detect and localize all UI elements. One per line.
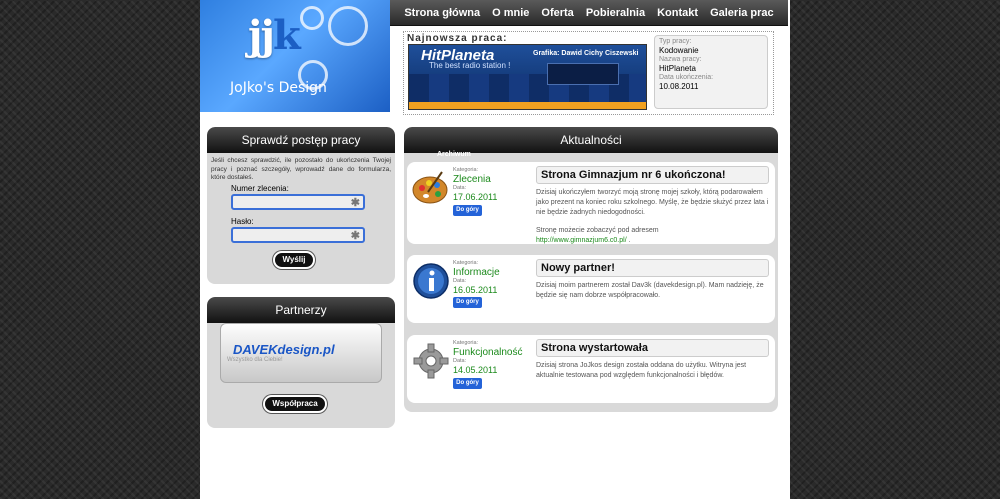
news-link[interactable]: http://www.gimnazjum6.c0.pl/	[536, 237, 627, 244]
partners-panel: Partnerzy DAVEKdesign.pl Wszystko dla Ci…	[207, 297, 395, 428]
site-logo[interactable]: jjk JoJko's Design	[200, 0, 390, 112]
main-nav: Strona główna O mnie Oferta Pobieralnia …	[390, 0, 788, 26]
partner-slogan: Wszystko dla Ciebie!	[227, 357, 283, 363]
order-number-input[interactable]: ✱	[231, 194, 365, 210]
ring-decoration	[328, 6, 368, 46]
category-label: Kategoria:	[453, 260, 479, 266]
news-category[interactable]: Funkcjonalność	[453, 347, 533, 358]
news-category[interactable]: Informacje	[453, 267, 533, 278]
partner-banner[interactable]: DAVEKdesign.pl Wszystko dla Ciebie!	[220, 323, 382, 383]
back-to-top-button[interactable]: Do góry	[453, 297, 482, 308]
progress-panel: Sprawdź postęp pracy Jeśli chcesz sprawd…	[207, 127, 395, 284]
news-meta: Kategoria: Zlecenia Data: 17.06.2011	[453, 167, 533, 203]
password-label: Hasło:	[231, 217, 254, 226]
info-icon	[413, 263, 449, 299]
archive-link[interactable]: Archiwum	[437, 151, 471, 158]
news-item: Kategoria: Funkcjonalność Data: 14.05.20…	[407, 335, 775, 403]
thumb-decoration	[409, 102, 646, 109]
progress-description: Jeśli chcesz sprawdzić, ile pozostało do…	[211, 157, 391, 181]
news-item: Kategoria: Informacje Data: 16.05.2011 D…	[407, 255, 775, 323]
info-date-value: 10.08.2011	[659, 82, 699, 91]
nav-home[interactable]: Strona główna	[398, 7, 486, 19]
info-type-value: Kodowanie	[659, 46, 699, 55]
news-title: Nowy partner!	[536, 259, 769, 277]
logo-brand: JoJko's Design	[230, 80, 327, 96]
nav-downloads[interactable]: Pobieralnia	[580, 7, 651, 19]
back-to-top-button[interactable]: Do góry	[453, 205, 482, 216]
news-date: 17.06.2011	[453, 192, 498, 202]
news-date: 14.05.2011	[453, 365, 498, 375]
palette-icon	[412, 171, 448, 204]
nav-about[interactable]: O mnie	[486, 7, 535, 19]
order-number-label: Numer zlecenia:	[231, 184, 289, 193]
news-panel-title: Aktualności	[404, 127, 778, 153]
info-name-value: HitPlaneta	[659, 64, 696, 73]
required-icon: ✱	[350, 230, 360, 242]
newest-work-info: Typ pracy: Kodowanie Nazwa pracy: HitPla…	[654, 35, 768, 109]
news-category[interactable]: Zlecenia	[453, 174, 533, 185]
news-title: Strona wystartowała	[536, 339, 769, 357]
news-body: Dzisiaj ukończyłem tworzyć moją stronę m…	[536, 189, 769, 216]
ring-decoration	[300, 6, 324, 30]
gear-icon	[413, 343, 449, 379]
info-name-label: Nazwa pracy:	[659, 56, 702, 63]
thumb-player	[547, 63, 619, 85]
logo-mark: jjk	[248, 12, 301, 59]
nav-offer[interactable]: Oferta	[535, 7, 579, 19]
news-meta: Kategoria: Funkcjonalność Data: 14.05.20…	[453, 340, 533, 376]
newest-work-title: Najnowsza praca:	[407, 33, 508, 44]
news-text: Dzisiaj ukończyłem tworzyć moją stronę m…	[536, 188, 772, 246]
info-date-label: Data ukończenia:	[659, 74, 714, 81]
category-label: Kategoria:	[453, 340, 479, 346]
nav-gallery[interactable]: Galeria prac	[704, 7, 780, 19]
date-label: Data:	[453, 358, 467, 364]
info-type-label: Typ pracy:	[659, 38, 692, 45]
date-label: Data:	[453, 278, 467, 284]
news-panel: Aktualności Archiwum Kategoria: Zlecenia…	[404, 127, 778, 412]
progress-panel-title: Sprawdź postęp pracy	[207, 127, 395, 153]
news-body-extra: Stronę możecie zobaczyć pod adresem	[536, 227, 659, 234]
news-title: Strona Gimnazjum nr 6 ukończona!	[536, 166, 769, 184]
news-item: Kategoria: Zlecenia Data: 17.06.2011 Do …	[407, 162, 775, 244]
back-to-top-button[interactable]: Do góry	[453, 378, 482, 389]
news-date: 16.05.2011	[453, 285, 498, 295]
news-body: Dzisiaj strona JoJkos design została odd…	[536, 362, 747, 379]
nav-contact[interactable]: Kontakt	[651, 7, 704, 19]
news-meta: Kategoria: Informacje Data: 16.05.2011	[453, 260, 533, 296]
password-input[interactable]: ✱	[231, 227, 365, 243]
category-label: Kategoria:	[453, 167, 479, 173]
required-icon: ✱	[350, 197, 360, 209]
cooperation-button[interactable]: Współpraca	[263, 395, 327, 413]
thumb-credit: Grafika: Dawid Cichy Ciszewski	[533, 50, 639, 57]
partner-name: DAVEKdesign.pl	[233, 342, 335, 357]
partners-panel-title: Partnerzy	[207, 297, 395, 323]
newest-work-thumbnail[interactable]: HitPlaneta The best radio station ! Graf…	[408, 44, 647, 110]
newest-work: Najnowsza praca: HitPlaneta The best rad…	[403, 31, 774, 115]
thumb-slogan: The best radio station !	[429, 61, 511, 70]
news-body: Dzisiaj moim partnerem został Dav3k (dav…	[536, 282, 764, 299]
date-label: Data:	[453, 185, 467, 191]
submit-button[interactable]: Wyślij	[273, 251, 315, 269]
